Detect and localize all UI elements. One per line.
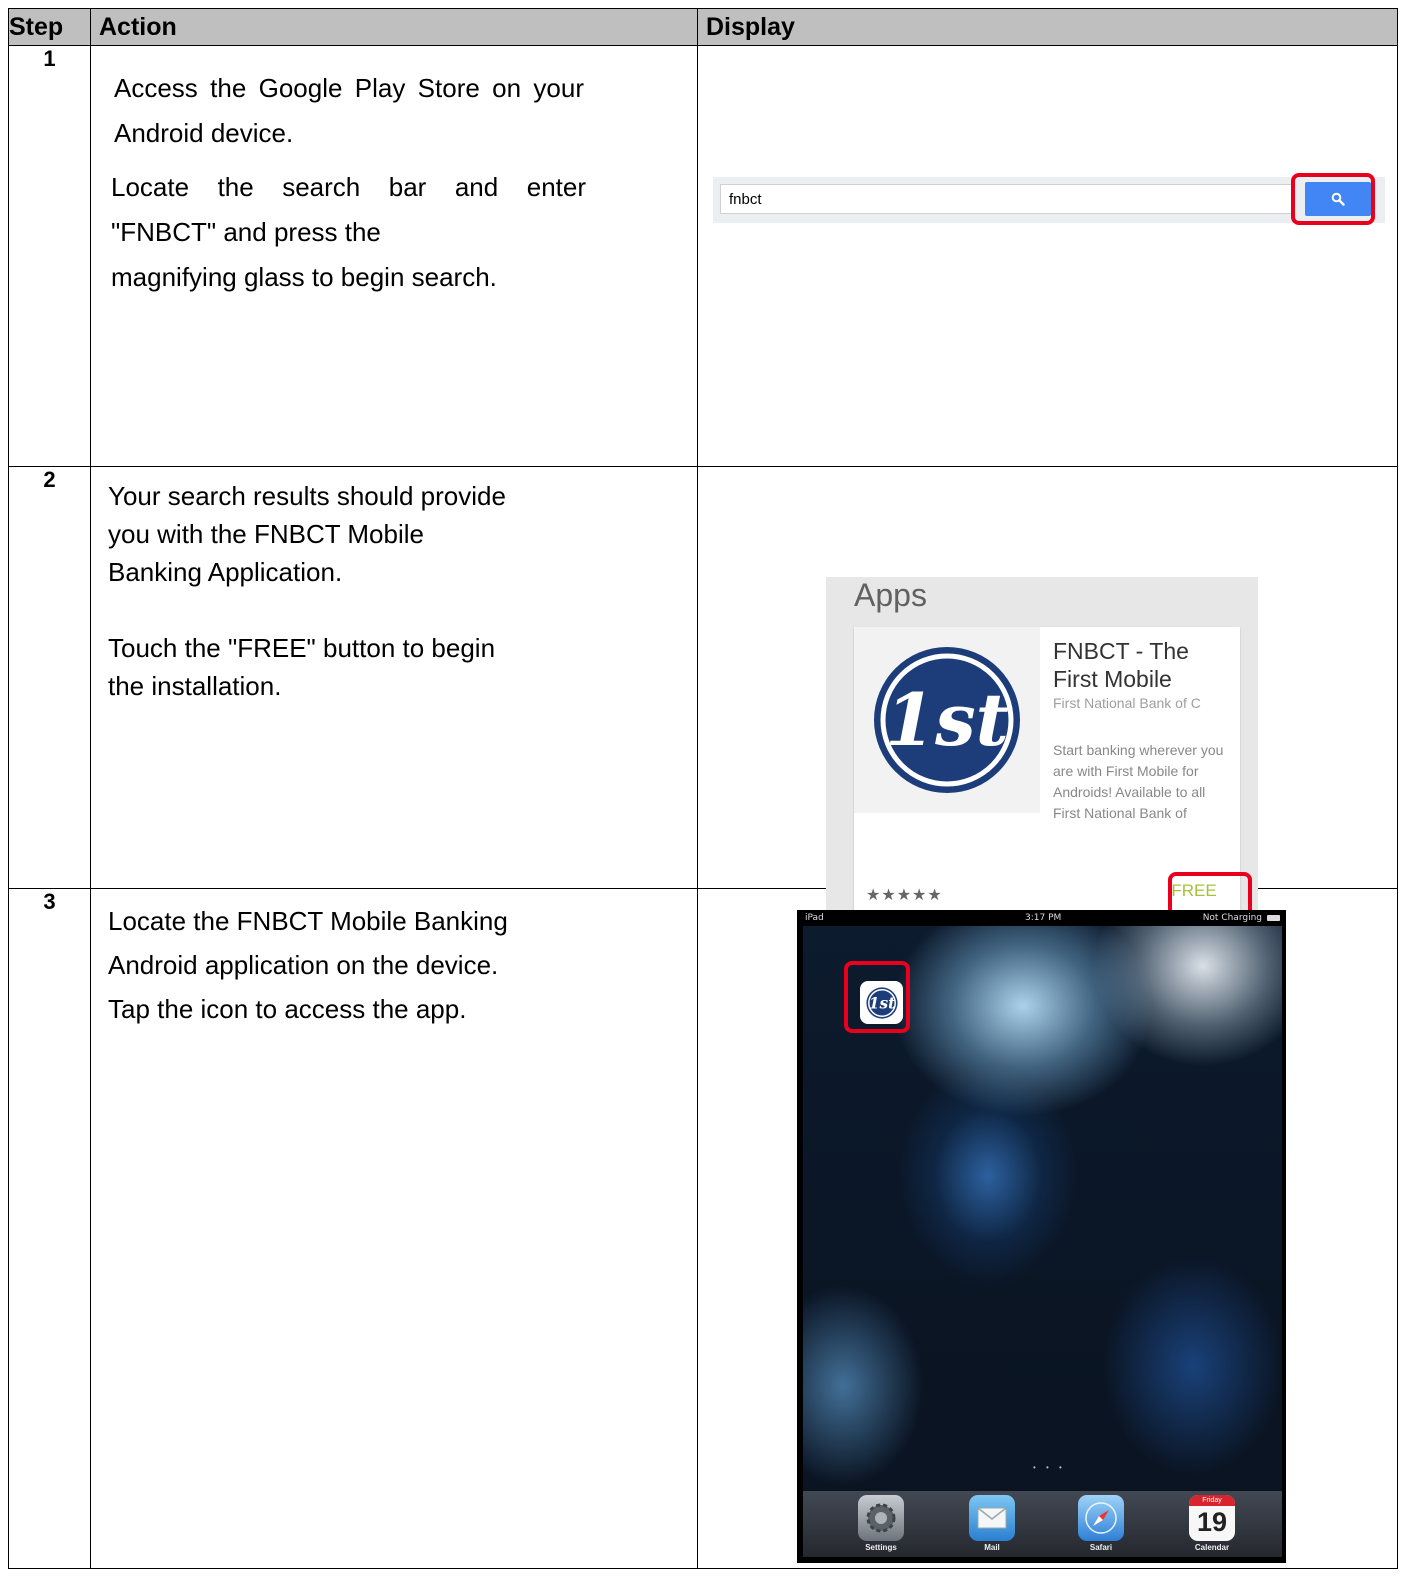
- dock-label: Calendar: [1194, 1543, 1230, 1552]
- app-title: FNBCT - The First Mobile: [1053, 638, 1189, 692]
- status-device: iPad: [805, 913, 824, 923]
- safari-app-icon[interactable]: [1078, 1495, 1124, 1541]
- app-logo: 1st: [854, 627, 1040, 813]
- step-row-3: 3 Locate the FNBCT Mobile Banking Androi…: [8, 888, 1398, 1569]
- app-developer: First National Bank of C: [1053, 695, 1201, 711]
- fnbct-logo-icon: 1st: [874, 647, 1020, 793]
- step-row-1: 1 Access the Google Play Store on your A…: [8, 45, 1398, 467]
- action-text: you with the FNBCT Mobile: [108, 519, 424, 549]
- app-description: Start banking wherever you are with Firs…: [1053, 742, 1224, 821]
- status-time: 3:17 PM: [1025, 913, 1062, 923]
- dock-label: Safari: [1089, 1543, 1113, 1552]
- header-step: Step: [8, 8, 91, 46]
- action-text: Banking Application.: [108, 557, 343, 587]
- calendar-app-icon[interactable]: Friday 19: [1189, 1495, 1235, 1541]
- action-text: Tap the icon to access the app.: [108, 994, 467, 1024]
- action-text: Touch the "FREE" button to begin: [108, 633, 496, 663]
- highlight-box: [1291, 173, 1375, 225]
- calendar-day: Friday: [1189, 1495, 1235, 1506]
- dock-label: Mail: [984, 1543, 1000, 1552]
- step-number: 1: [8, 45, 91, 467]
- search-input[interactable]: fnbct: [720, 184, 1292, 214]
- step-number: 3: [8, 888, 91, 1569]
- settings-app-icon[interactable]: [858, 1495, 904, 1541]
- ipad-status-bar: iPad 3:17 PM Not Charging: [799, 912, 1284, 926]
- instructions-table: Step Action Display 1 Access the Google …: [8, 8, 1398, 1569]
- dock-label: Settings: [865, 1543, 897, 1552]
- step-row-2: 2 Your search results should provide you…: [8, 466, 1398, 931]
- action-text: Android application on the device.: [108, 950, 499, 980]
- action-text: Your search results should provide: [108, 481, 506, 511]
- table-header-row: Step Action Display: [8, 8, 1398, 46]
- action-text: Locate the FNBCT Mobile Banking: [108, 906, 508, 936]
- step-display: fnbct: [697, 45, 1398, 467]
- status-battery-text: Not Charging: [1202, 913, 1262, 923]
- apps-section-title: Apps: [854, 577, 927, 613]
- step-number: 2: [8, 466, 91, 889]
- compass-icon: [1085, 1502, 1117, 1534]
- gear-icon: [866, 1503, 896, 1533]
- play-store-search-bar: fnbct: [713, 177, 1385, 223]
- ipad-dock: Settings Mail Safari Friday 19 Calendar: [803, 1491, 1282, 1557]
- step-display: Apps 1st FNBCT - The First Mobile First …: [697, 466, 1398, 931]
- header-display: Display: [697, 8, 1398, 46]
- action-text: Access the Google Play Store on your And…: [114, 73, 584, 148]
- mail-app-icon[interactable]: [969, 1495, 1015, 1541]
- step-display: iPad 3:17 PM Not Charging 1st • • • Sett…: [697, 888, 1398, 1569]
- header-action: Action: [90, 8, 698, 46]
- calendar-date: 19: [1196, 1507, 1228, 1537]
- battery-icon: [1267, 915, 1280, 921]
- highlight-box: [844, 961, 910, 1033]
- page-dots: • • •: [1033, 1463, 1066, 1472]
- step-action: Your search results should provide you w…: [90, 466, 698, 889]
- step-action: Locate the FNBCT Mobile Banking Android …: [90, 888, 698, 1569]
- action-text: Locate the search bar and enter "FNBCT" …: [111, 172, 586, 247]
- step-action: Access the Google Play Store on your And…: [90, 45, 698, 467]
- logo-text: 1st: [885, 677, 1009, 762]
- action-text: the installation.: [108, 671, 282, 701]
- envelope-icon: [977, 1507, 1007, 1529]
- action-text: magnifying glass to begin search.: [111, 262, 497, 292]
